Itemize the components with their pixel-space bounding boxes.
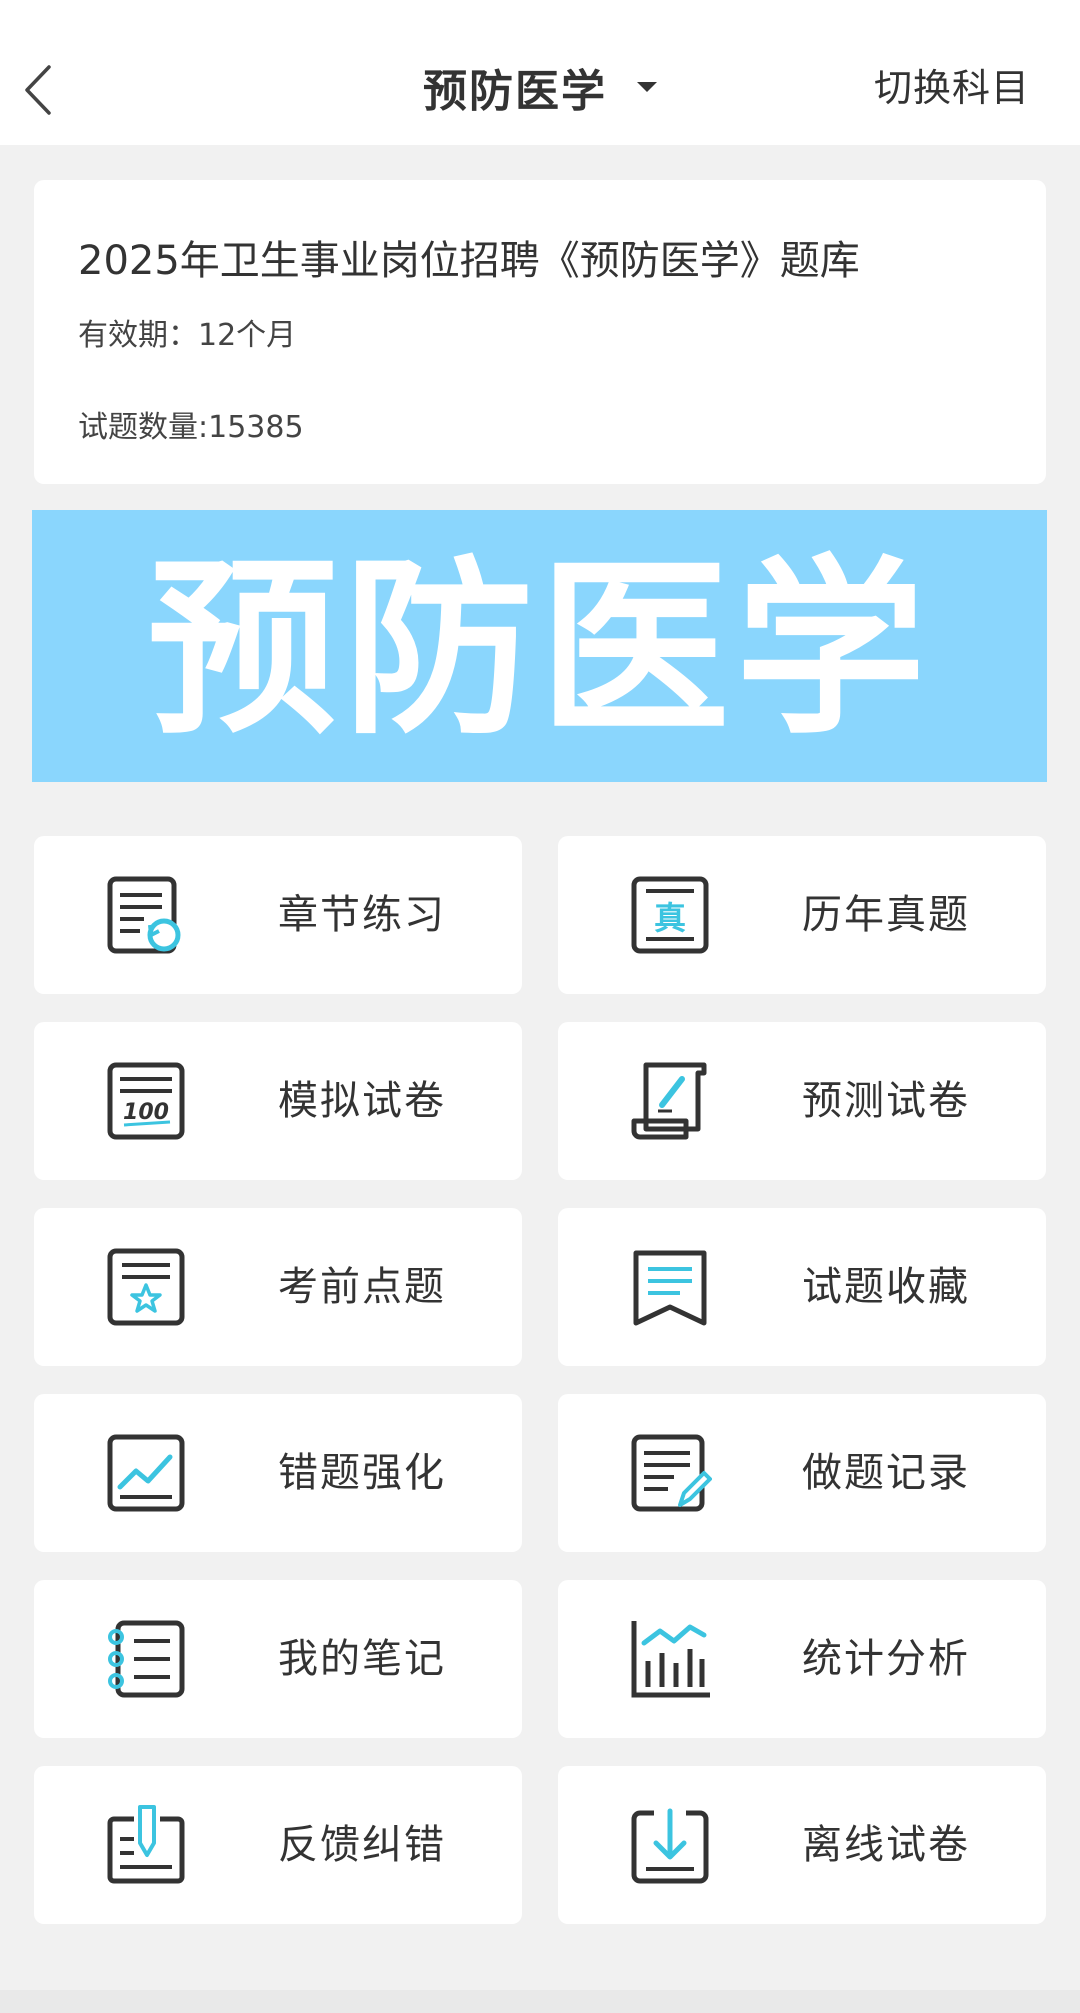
- menu-item-label: 模拟试卷: [278, 1078, 446, 1124]
- mock-paper-icon: 100: [107, 1062, 185, 1140]
- menu-item-practice-record[interactable]: 做题记录: [558, 1394, 1046, 1552]
- page-title: 预防医学: [423, 66, 607, 117]
- past-exams-icon: 真: [631, 876, 709, 954]
- menu-item-label: 试题收藏: [802, 1264, 970, 1310]
- menu-item-notes[interactable]: 我的笔记: [34, 1580, 522, 1738]
- menu-item-label: 历年真题: [802, 892, 970, 938]
- top-bar: 预防医学 切换科目: [0, 0, 1080, 145]
- menu-item-label: 统计分析: [802, 1636, 970, 1682]
- menu-item-past-exams[interactable]: 真 历年真题: [558, 836, 1046, 994]
- menu-item-label: 反馈纠错: [278, 1822, 446, 1868]
- menu-item-label: 离线试卷: [802, 1822, 970, 1868]
- svg-text:真: 真: [654, 899, 686, 937]
- menu-item-chapter-practice[interactable]: 章节练习: [34, 836, 522, 994]
- practice-record-icon: [631, 1434, 712, 1512]
- validity-text: 有效期：12个月: [78, 318, 297, 353]
- menu-item-pre-exam-tips[interactable]: 考前点题: [34, 1208, 522, 1366]
- switch-subject-button[interactable]: 切换科目: [874, 58, 1030, 118]
- notes-icon: [108, 1620, 185, 1698]
- menu-item-mock-paper[interactable]: 100 模拟试卷: [34, 1022, 522, 1180]
- menu-item-favorites[interactable]: 试题收藏: [558, 1208, 1046, 1366]
- banner-text: 预防医学: [147, 539, 932, 760]
- chapter-practice-icon: [107, 876, 181, 954]
- menu-item-label: 章节练习: [278, 892, 446, 938]
- menu-item-label: 错题强化: [278, 1450, 446, 1496]
- wrong-questions-icon: [107, 1434, 185, 1512]
- bottom-edge: [0, 1990, 1080, 2013]
- menu-item-label: 考前点题: [278, 1264, 446, 1310]
- menu-item-offline-download[interactable]: 离线试卷: [558, 1766, 1046, 1924]
- feedback-icon: [107, 1805, 185, 1884]
- menu-item-wrong-questions[interactable]: 错题强化: [34, 1394, 522, 1552]
- favorites-icon: [633, 1250, 707, 1326]
- question-count-text: 试题数量:15385: [78, 410, 304, 445]
- menu-item-label: 预测试卷: [802, 1078, 970, 1124]
- menu-item-statistics[interactable]: 统计分析: [558, 1580, 1046, 1738]
- subject-banner: 预防医学: [32, 510, 1047, 782]
- forecast-paper-icon: [631, 1062, 707, 1140]
- menu-item-label: 我的笔记: [278, 1636, 446, 1682]
- question-bank-info-card: 2025年卫生事业岗位招聘《预防医学》题库 有效期：12个月 试题数量:1538…: [34, 180, 1046, 484]
- menu-item-feedback[interactable]: 反馈纠错: [34, 1766, 522, 1924]
- statistics-icon: [631, 1621, 710, 1698]
- menu-item-label: 做题记录: [802, 1450, 970, 1496]
- feature-grid: 章节练习 真 历年真题 100 模拟试卷 预测试卷 考前点题 试题收藏 错题强化…: [34, 836, 1046, 1924]
- menu-item-forecast-paper[interactable]: 预测试卷: [558, 1022, 1046, 1180]
- caret-down-icon: [637, 82, 657, 92]
- offline-download-icon: [631, 1808, 709, 1884]
- pre-exam-tips-icon: [107, 1248, 185, 1326]
- question-bank-title: 2025年卫生事业岗位招聘《预防医学》题库: [78, 238, 860, 284]
